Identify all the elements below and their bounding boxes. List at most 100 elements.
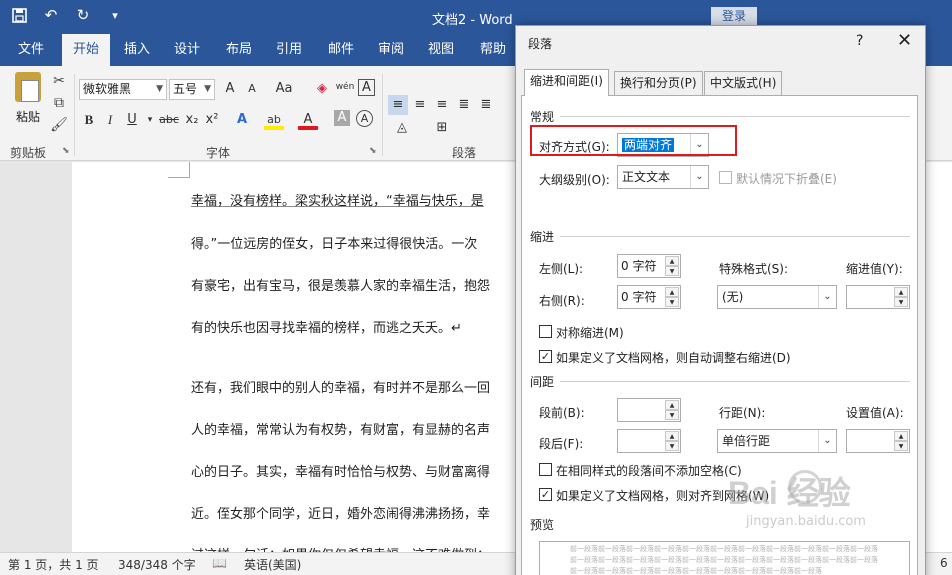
close-icon[interactable]: ✕ <box>897 30 912 51</box>
char-shading-button[interactable]: A <box>334 110 350 126</box>
word-count[interactable]: 348/348 个字 <box>118 556 196 573</box>
tab-indents-spacing[interactable]: 缩进和间距(I) <box>524 69 609 96</box>
space-before-spinner[interactable]: ▲ ▼ <box>617 398 681 422</box>
spin-up-icon[interactable]: ▲ <box>665 400 679 410</box>
grow-font-button[interactable]: A <box>220 79 240 99</box>
chevron-down-icon: ▼ <box>204 84 211 94</box>
indent-by-spinner[interactable]: ▲ ▼ <box>846 285 910 309</box>
doc-line-3[interactable]: 有豪宅，出有宝马，很是羡慕人家的幸福生活，抱怨 <box>191 275 490 294</box>
tab-view[interactable]: 视图 <box>418 34 464 66</box>
justify-icon[interactable]: ≣ <box>454 95 474 115</box>
login-button[interactable]: 登录 <box>711 7 757 26</box>
doc-line-6[interactable]: 人的幸福，常常认为有权势，有财富，有显赫的名声 <box>191 419 490 438</box>
underline-button[interactable]: U <box>122 110 142 130</box>
section-divider <box>560 381 910 382</box>
customize-icon[interactable]: ▾ <box>106 6 124 24</box>
borders-icon[interactable]: ⊞ <box>432 118 452 138</box>
tab-design[interactable]: 设计 <box>164 34 210 66</box>
spin-down-icon[interactable]: ▼ <box>665 410 679 420</box>
spin-down-icon[interactable]: ▼ <box>894 297 908 307</box>
tab-line-page-breaks[interactable]: 换行和分页(P) <box>614 71 703 95</box>
cut-icon[interactable]: ✂ <box>50 72 68 90</box>
redo-icon[interactable]: ↻ <box>74 6 92 24</box>
space-before-label: 段前(B): <box>539 406 585 420</box>
save-icon[interactable] <box>10 6 28 24</box>
spacing-at-spinner[interactable]: ▲ ▼ <box>846 429 910 453</box>
spin-down-icon[interactable]: ▼ <box>894 441 908 451</box>
language-indicator[interactable]: 英语(美国) <box>244 556 301 573</box>
special-indent-combo[interactable]: (无) ⌄ <box>717 285 837 309</box>
underline-dropdown-icon[interactable]: ▾ <box>140 110 160 130</box>
proofing-icon[interactable]: 📖 <box>212 556 227 570</box>
align-right-icon[interactable]: ≡ <box>432 95 452 115</box>
doc-line-5[interactable]: 还有，我们眼中的别人的幸福，有时并不是那么一回 <box>191 377 490 396</box>
tab-mailings[interactable]: 邮件 <box>318 34 364 66</box>
mirror-indent-checkbox[interactable] <box>539 325 552 338</box>
align-center-icon[interactable]: ≡ <box>410 95 430 115</box>
page-count[interactable]: 第 1 页，共 1 页 <box>8 556 99 573</box>
highlight-button[interactable]: ab <box>264 110 284 130</box>
undo-icon[interactable]: ↶ <box>42 6 60 24</box>
font-launcher-icon[interactable]: ⬊ <box>369 146 377 156</box>
spin-up-icon[interactable]: ▲ <box>665 431 679 441</box>
left-indent-spinner[interactable]: 0 字符 ▲ ▼ <box>617 254 681 278</box>
enclose-char-button[interactable]: A <box>356 110 373 127</box>
no-space-label: 在相同样式的段落间不添加空格(C) <box>556 464 742 478</box>
tab-review[interactable]: 审阅 <box>368 34 414 66</box>
spin-down-icon[interactable]: ▼ <box>665 297 679 307</box>
distributed-icon[interactable]: ≣ <box>476 95 496 115</box>
font-color-button[interactable]: A <box>298 110 318 130</box>
line-spacing-combo[interactable]: 单倍行距 ⌄ <box>717 429 837 453</box>
doc-line-7[interactable]: 心的日子。其实，幸福有时恰恰与权势、与财富离得 <box>191 461 490 480</box>
help-icon[interactable]: ? <box>856 33 863 49</box>
tab-asian-typography[interactable]: 中文版式(H) <box>704 71 783 95</box>
spin-down-icon[interactable]: ▼ <box>665 441 679 451</box>
outline-level-combo[interactable]: 正文文本 ⌄ <box>617 165 709 189</box>
space-after-spinner[interactable]: ▲ ▼ <box>617 429 681 453</box>
spin-up-icon[interactable]: ▲ <box>665 287 679 297</box>
font-size-combo[interactable]: 五号 ▼ <box>169 79 215 100</box>
phonetic-guide-button[interactable]: wén <box>335 77 355 97</box>
shading-icon[interactable]: ◬ <box>392 118 412 138</box>
no-space-checkbox[interactable] <box>539 463 552 476</box>
right-indent-label: 右侧(R): <box>539 294 585 308</box>
spin-down-icon[interactable]: ▼ <box>665 266 679 276</box>
copy-icon[interactable]: ⧉ <box>50 94 68 112</box>
doc-line-8[interactable]: 近。侄女那个同学，近日，婚外恋闹得沸沸扬扬，幸 <box>191 503 490 522</box>
tab-insert[interactable]: 插入 <box>114 34 160 66</box>
doc-line-4[interactable]: 有的快乐也因寻找幸福的榜样，而逃之夭夭。↵ <box>191 317 462 336</box>
strikethrough-button[interactable]: abc <box>158 110 180 130</box>
snap-grid-checkbox[interactable]: ✓ <box>539 488 552 501</box>
clipboard-launcher-icon[interactable]: ⬊ <box>62 146 70 156</box>
tab-home[interactable]: 开始 <box>62 34 110 66</box>
space-after-label: 段后(F): <box>539 437 584 451</box>
auto-adjust-checkbox[interactable]: ✓ <box>539 350 552 363</box>
align-left-icon[interactable]: ≡ <box>388 95 408 115</box>
font-name-combo[interactable]: 微软雅黑 ▼ <box>79 79 167 100</box>
doc-line-1[interactable]: 幸福，没有榜样。梁实秋这样说，“幸福与快乐，是 <box>191 190 484 209</box>
paste-icon <box>15 72 41 102</box>
spin-up-icon[interactable]: ▲ <box>894 431 908 441</box>
format-painter-icon[interactable]: 🖌 <box>50 116 68 134</box>
tab-help[interactable]: 帮助 <box>470 34 516 66</box>
tab-file[interactable]: 文件 <box>8 34 54 66</box>
spin-up-icon[interactable]: ▲ <box>894 287 908 297</box>
paste-button[interactable]: 粘贴 <box>8 72 48 136</box>
group-separator <box>74 74 75 156</box>
doc-line-2[interactable]: 得。”一位远房的侄女，日子本来过得很快活。一次 <box>191 233 477 252</box>
bold-button[interactable]: B <box>79 110 99 130</box>
collapse-checkbox[interactable] <box>719 171 732 184</box>
tab-references[interactable]: 引用 <box>266 34 312 66</box>
highlight-annotation <box>530 125 737 156</box>
char-border-button[interactable]: A <box>358 79 375 96</box>
spin-up-icon[interactable]: ▲ <box>665 256 679 266</box>
italic-button[interactable]: I <box>100 110 120 130</box>
text-effects-button[interactable]: A <box>232 110 252 130</box>
change-case-button[interactable]: Aa <box>270 79 298 99</box>
superscript-button[interactable]: x² <box>202 110 222 130</box>
clear-format-icon[interactable]: ◈ <box>312 79 332 99</box>
tab-layout[interactable]: 布局 <box>216 34 262 66</box>
right-indent-spinner[interactable]: 0 字符 ▲ ▼ <box>617 285 681 309</box>
shrink-font-button[interactable]: A <box>242 79 262 99</box>
subscript-button[interactable]: x₂ <box>182 110 202 130</box>
